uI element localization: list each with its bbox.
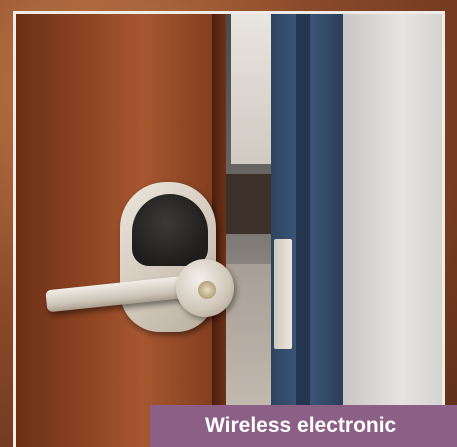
strike-plate xyxy=(274,239,292,349)
card-reader xyxy=(132,194,208,266)
image-frame: Wireless electronic xyxy=(0,0,457,447)
caption-banner: Wireless electronic xyxy=(150,405,457,447)
wall xyxy=(343,14,442,447)
key-cylinder xyxy=(198,281,216,299)
door-frame-inner xyxy=(296,14,310,447)
door-lock-photo xyxy=(16,14,442,447)
